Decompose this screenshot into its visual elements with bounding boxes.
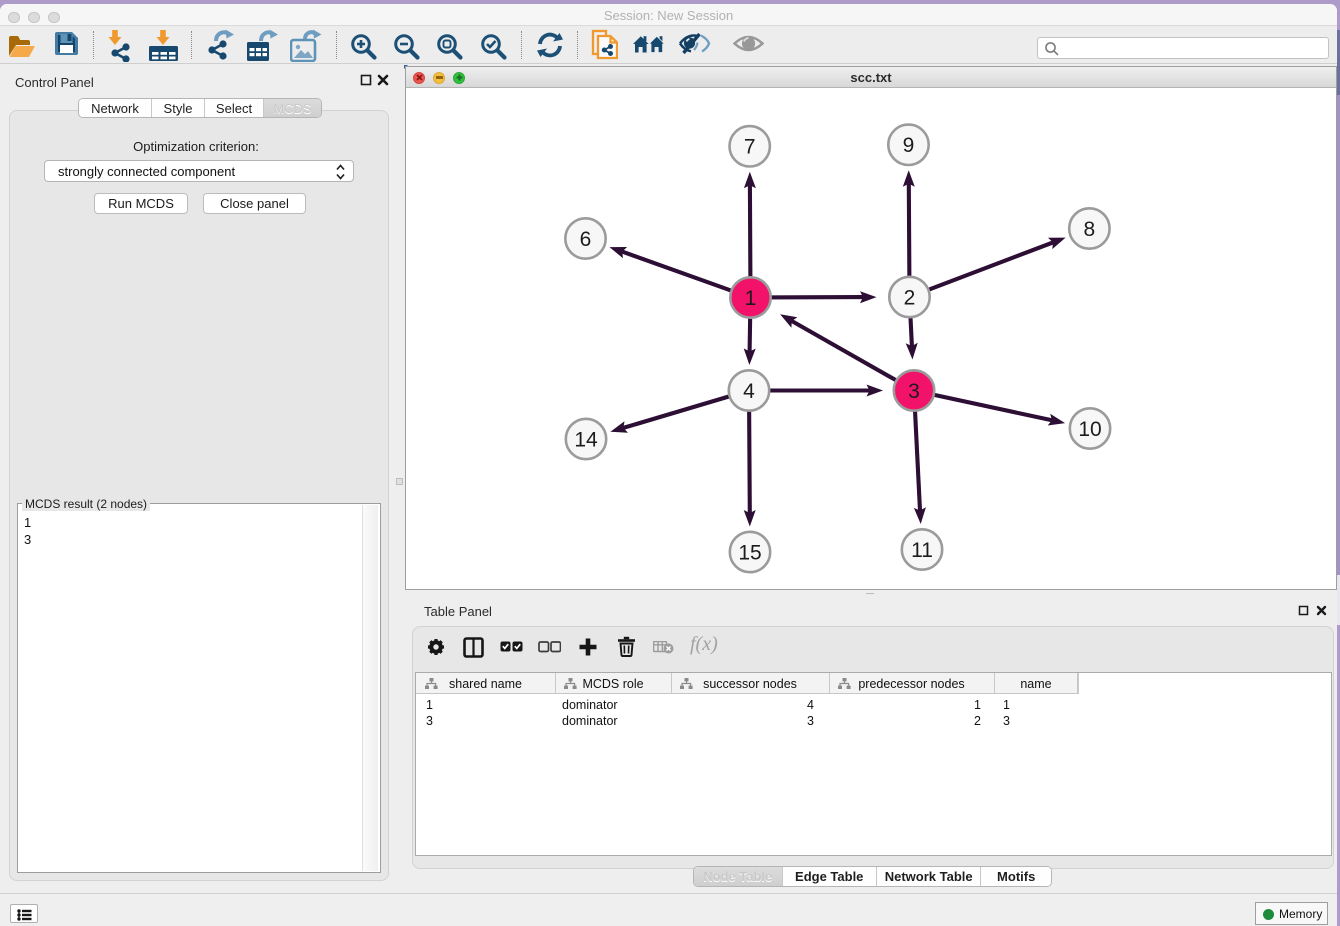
svg-text:6: 6 bbox=[580, 228, 592, 251]
svg-text:8: 8 bbox=[1084, 218, 1096, 241]
svg-text:9: 9 bbox=[903, 134, 915, 157]
svg-text:7: 7 bbox=[744, 136, 756, 159]
svg-text:4: 4 bbox=[743, 380, 755, 403]
svg-text:15: 15 bbox=[738, 541, 761, 564]
svg-text:2: 2 bbox=[904, 286, 916, 309]
svg-text:1: 1 bbox=[745, 287, 757, 310]
svg-text:14: 14 bbox=[574, 428, 598, 451]
svg-text:10: 10 bbox=[1078, 418, 1101, 441]
svg-text:11: 11 bbox=[911, 539, 933, 562]
svg-text:3: 3 bbox=[908, 380, 920, 403]
